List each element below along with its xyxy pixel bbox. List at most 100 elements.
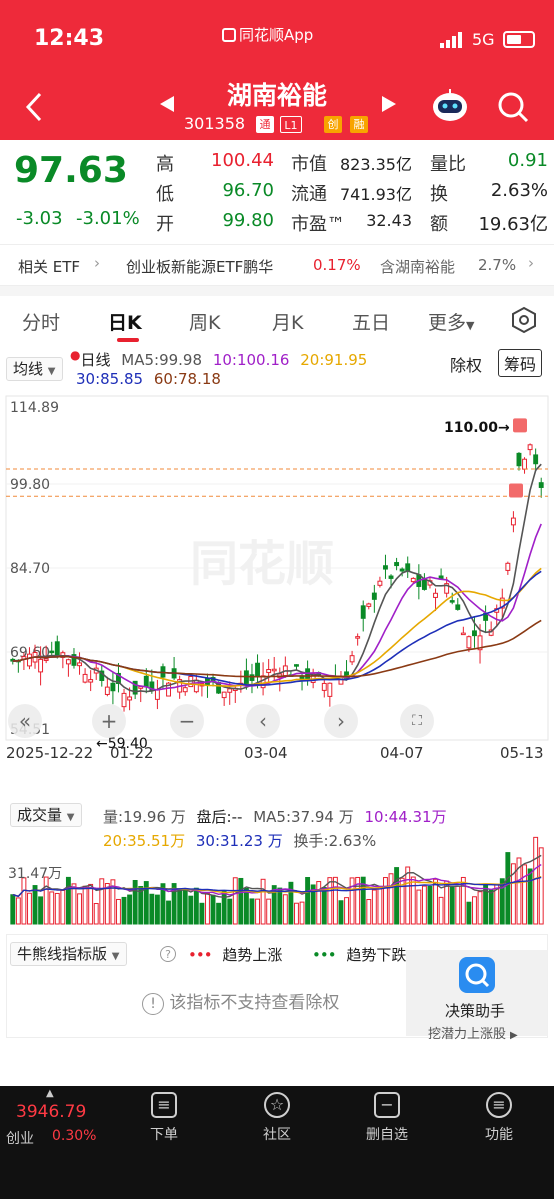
chevron-right-icon: › (94, 254, 100, 272)
volume-select[interactable]: 成交量 ▼ (10, 803, 82, 827)
network-type: 5G (472, 30, 495, 49)
tab-daily-k[interactable]: 日K (108, 308, 142, 335)
adjust-button[interactable]: 除权 (450, 352, 482, 376)
indicator-select[interactable]: 牛熊线指标版 ▼ (10, 942, 127, 966)
status-time: 12:43 (34, 26, 105, 51)
candle-body (371, 592, 377, 600)
search-icon[interactable] (496, 90, 530, 124)
fullscreen-button[interactable]: ⛶ (400, 704, 434, 738)
stock-name: 湖南裕能 (226, 81, 327, 110)
volume-y-tick: 31.47万 (8, 866, 62, 882)
volume-bar (327, 877, 333, 925)
next-stock-icon[interactable] (380, 94, 398, 114)
scroll-right-button[interactable]: › (324, 704, 358, 738)
candle-body (227, 688, 233, 693)
scroll-left-button[interactable]: ‹ (246, 704, 280, 738)
tag-l1: L1 (280, 116, 302, 133)
vol-ratio-label: 量比 (430, 154, 466, 175)
x-tick-label: 04-07 (380, 744, 424, 760)
annotation-low: ←59.40 (96, 736, 148, 752)
document-icon: ≡ (151, 1092, 177, 1118)
volume-bar (421, 885, 427, 925)
volume-bar (472, 896, 477, 925)
candle-body (221, 691, 227, 699)
candle-body (355, 636, 361, 639)
tab-more[interactable]: 更多▼ (428, 308, 474, 335)
volume-bar (321, 887, 327, 925)
nav-order[interactable]: ≡ 下单 (129, 1092, 199, 1144)
volume-bar (10, 894, 16, 925)
candle-body (394, 562, 400, 567)
volume-row-1: 量:19.96 万 盘后:-- MA5:37.94 万 10:44.31万 (103, 806, 447, 827)
candle-body (43, 658, 49, 661)
amount-label: 额 (430, 214, 448, 235)
nav-functions[interactable]: ≡ 功能 (464, 1092, 534, 1144)
volume-bar (366, 899, 372, 925)
ma-select-label: 均线 (13, 360, 44, 378)
tab-five-day[interactable]: 五日 (352, 308, 390, 335)
candle-body (327, 682, 333, 697)
chips-button[interactable]: 筹码 (498, 349, 543, 377)
candle-body (377, 580, 383, 586)
volume-bar (182, 888, 188, 925)
help-icon[interactable]: ? (160, 946, 176, 962)
candle-body (433, 592, 438, 598)
candle-body (65, 659, 71, 665)
candle-body (449, 600, 455, 603)
current-price: 97.63 (14, 150, 128, 191)
volume-bar (255, 898, 260, 925)
volume-bar (377, 888, 383, 925)
related-etf-label: 相关 ETF (18, 258, 81, 276)
tab-intraday[interactable]: 分时 (22, 308, 60, 335)
caret-down-icon: ▼ (466, 319, 475, 332)
y-tick-label: 84.70 (10, 561, 50, 577)
pe-value: 32.43 (366, 211, 412, 230)
volume-bar (433, 878, 438, 925)
nav-remove-watchlist[interactable]: − 删自选 (352, 1092, 422, 1144)
tab-weekly-k[interactable]: 周K (189, 308, 220, 335)
y-tick-label: 99.80 (10, 477, 50, 493)
volume-bar (154, 894, 160, 925)
volume-bar (394, 867, 400, 925)
candle-body (38, 658, 44, 673)
etf-pct: 0.17% (313, 256, 361, 274)
candle-body (516, 452, 522, 467)
candle-body (249, 674, 255, 681)
battery-icon (503, 31, 535, 48)
zoom-out-button[interactable]: « (8, 704, 42, 738)
candle-body (455, 604, 461, 610)
settings-hexagon-icon[interactable] (510, 306, 538, 334)
open-value: 99.80 (222, 210, 274, 231)
volume-bar (60, 889, 66, 925)
ma30-value: 30:85.85 (76, 370, 144, 388)
candle-body (360, 605, 366, 619)
caret-down-icon: ▼ (66, 812, 75, 823)
tab-monthly-k[interactable]: 月K (272, 308, 303, 335)
volume-bar (188, 895, 194, 925)
trend-down-label: 趋势下跌 (346, 946, 407, 964)
decision-assistant-icon (459, 957, 495, 993)
app-root: 12:43 同花顺App 5G 湖南裕能 301358 通 L1 创 融 97.… (0, 0, 554, 1199)
index-value[interactable]: 3946.79 (16, 1102, 86, 1122)
volume-bar (104, 883, 110, 925)
candle-body (110, 682, 116, 692)
volume-bar (410, 876, 416, 925)
low-label: 低 (156, 184, 174, 205)
robot-assistant-icon[interactable] (430, 88, 470, 124)
volume-chart[interactable]: 31.47万 (0, 826, 554, 928)
volume-bar (193, 887, 199, 925)
float-label: 流通 (291, 184, 327, 205)
etf-name[interactable]: 创业板新能源ETF鹏华 (126, 256, 273, 277)
nav-community[interactable]: ☆ 社区 (242, 1092, 312, 1144)
related-etf-bar[interactable]: 相关 ETF › 创业板新能源ETF鹏华 0.17% 含湖南裕能 2.7% › (0, 244, 554, 286)
zoom-minus-button[interactable]: − (170, 704, 204, 738)
tag-tong: 通 (256, 116, 274, 133)
ma-select[interactable]: 均线 ▼ (6, 357, 63, 381)
candle-body (538, 482, 544, 488)
volume-bar (294, 902, 299, 925)
decision-assistant-title: 决策助手 (445, 1002, 506, 1020)
price-change: -3.03 (16, 208, 63, 229)
zoom-in-button[interactable]: + (92, 704, 126, 738)
kline-chart[interactable]: 同花顺114.8999.8084.7069.6054.512025-12-220… (0, 390, 554, 760)
volume-bar (243, 887, 249, 925)
